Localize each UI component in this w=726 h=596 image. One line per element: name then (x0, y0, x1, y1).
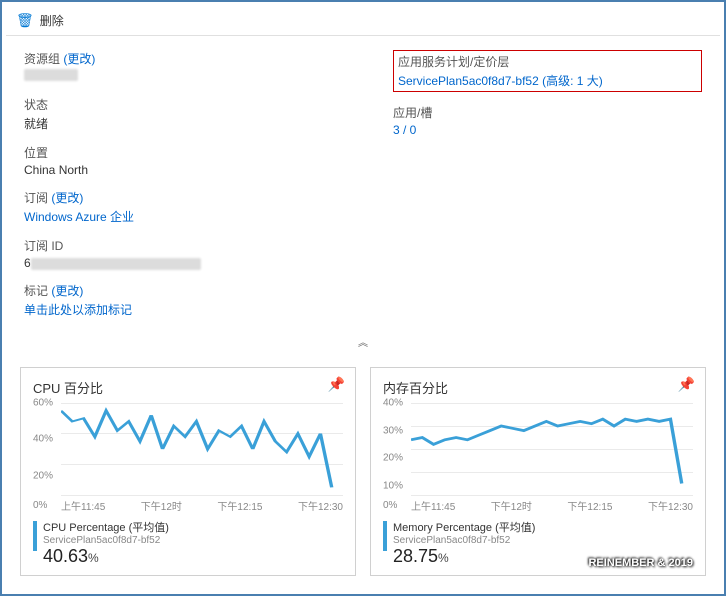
subscription-value[interactable]: Windows Azure 企业 (24, 208, 333, 225)
subscription-change-link[interactable]: (更改) (51, 191, 83, 205)
resource-group-label: 资源组 (24, 52, 60, 66)
memory-metric: Memory Percentage (平均值) ServicePlan5ac0f… (383, 519, 693, 567)
tags-change-link[interactable]: (更改) (51, 284, 83, 298)
memory-metric-label: Memory Percentage (平均值) (393, 519, 535, 535)
app-slot-value[interactable]: 3 / 0 (393, 123, 702, 137)
delete-button[interactable]: 删除 (40, 12, 64, 29)
resource-group-value (24, 69, 78, 81)
x-tick: 上午11:45 (411, 498, 455, 513)
x-tick: 下午12:15 (217, 498, 262, 513)
memory-card-title: 内存百分比 (383, 378, 693, 397)
memory-metric-sub: ServicePlan5ac0f8d7-bf52 (393, 535, 535, 546)
x-tick: 下午12:30 (648, 498, 693, 513)
properties-panel: 资源组 (更改) 状态 就绪 位置 China North 订阅 (更改) Wi… (6, 36, 720, 359)
plan-label: 应用服务计划/定价层 (398, 53, 697, 70)
cpu-metric-label: CPU Percentage (平均值) (43, 519, 169, 535)
x-tick: 下午12:15 (567, 498, 612, 513)
delete-icon[interactable]: 🗑 (16, 12, 34, 29)
memory-chart[interactable]: 40% 30% 20% 10% 0% 上午11:45 下午12时 (383, 403, 693, 513)
plan-value[interactable]: ServicePlan5ac0f8d7-bf52 (高级: 1 大) (398, 72, 697, 89)
app-slot-label: 应用/槽 (393, 104, 702, 121)
cpu-metric-value: 40.63 (43, 546, 88, 566)
tags-label: 标记 (24, 284, 48, 298)
status-label: 状态 (24, 96, 333, 113)
x-tick: 下午12时 (491, 498, 532, 513)
subscription-id-value: 6 (24, 256, 333, 270)
memory-chart-card: 内存百分比 📌 40% 30% 20% 10% 0% (370, 367, 706, 576)
pin-icon[interactable]: 📌 (328, 376, 345, 393)
pin-icon[interactable]: 📌 (678, 376, 695, 393)
memory-metric-value: 28.75 (393, 546, 438, 566)
service-plan-box: 应用服务计划/定价层 ServicePlan5ac0f8d7-bf52 (高级:… (393, 50, 702, 92)
metric-bar-icon (33, 521, 37, 551)
charts-row: CPU 百分比 📌 60% 40% 20% 0% 上午11:45 下 (6, 359, 720, 590)
status-value: 就绪 (24, 115, 333, 132)
location-value: China North (24, 163, 333, 177)
metric-bar-icon (383, 521, 387, 551)
cpu-metric: CPU Percentage (平均值) ServicePlan5ac0f8d7… (33, 519, 343, 567)
tags-add-link[interactable]: 单击此处以添加标记 (24, 301, 333, 318)
x-tick: 下午12时 (141, 498, 182, 513)
subscription-id-label: 订阅 ID (24, 237, 333, 254)
cpu-chart[interactable]: 60% 40% 20% 0% 上午11:45 下午12时 下午12:15 (33, 403, 343, 513)
collapse-toggle[interactable]: ︽ (24, 330, 702, 353)
subscription-label: 订阅 (24, 191, 48, 205)
cpu-metric-sub: ServicePlan5ac0f8d7-bf52 (43, 535, 169, 546)
location-label: 位置 (24, 144, 333, 161)
x-tick: 下午12:30 (298, 498, 343, 513)
resource-group-change-link[interactable]: (更改) (63, 52, 95, 66)
toolbar: 🗑 删除 (6, 6, 720, 36)
cpu-chart-card: CPU 百分比 📌 60% 40% 20% 0% 上午11:45 下 (20, 367, 356, 576)
cpu-card-title: CPU 百分比 (33, 378, 343, 397)
x-tick: 上午11:45 (61, 498, 105, 513)
